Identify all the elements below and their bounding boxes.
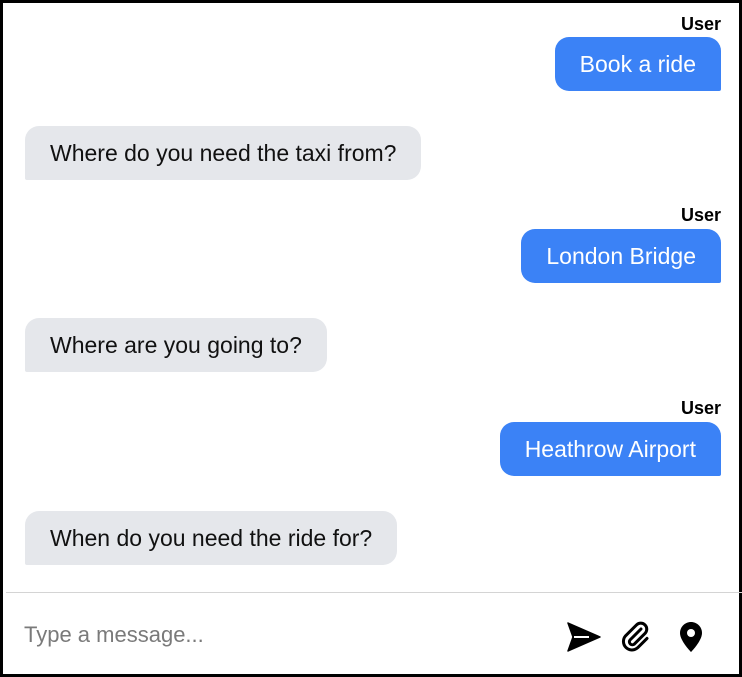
attach-button[interactable] (618, 619, 654, 655)
send-icon (567, 622, 601, 652)
send-button[interactable] (566, 619, 602, 655)
chat-window: User Book a ride Where do you need the t… (0, 0, 742, 677)
bot-message-bubble: Where are you going to? (25, 318, 327, 372)
bot-message-bubble: Where do you need the taxi from? (25, 126, 422, 180)
location-pin-icon (680, 622, 702, 652)
paperclip-icon (621, 621, 649, 652)
sender-label: User (680, 14, 721, 34)
user-message-bubble: Heathrow Airport (499, 422, 721, 476)
message-list: User Book a ride Where do you need the t… (6, 6, 742, 592)
sender-label: User (680, 398, 721, 418)
user-message-bubble: London Bridge (521, 229, 721, 283)
message-input[interactable] (24, 615, 544, 655)
bot-message-bubble: When do you need the ride for? (25, 511, 398, 565)
message-composer (6, 593, 742, 677)
user-message-bubble: Book a ride (554, 37, 721, 91)
sender-label: User (680, 205, 721, 225)
location-button[interactable] (673, 619, 709, 655)
